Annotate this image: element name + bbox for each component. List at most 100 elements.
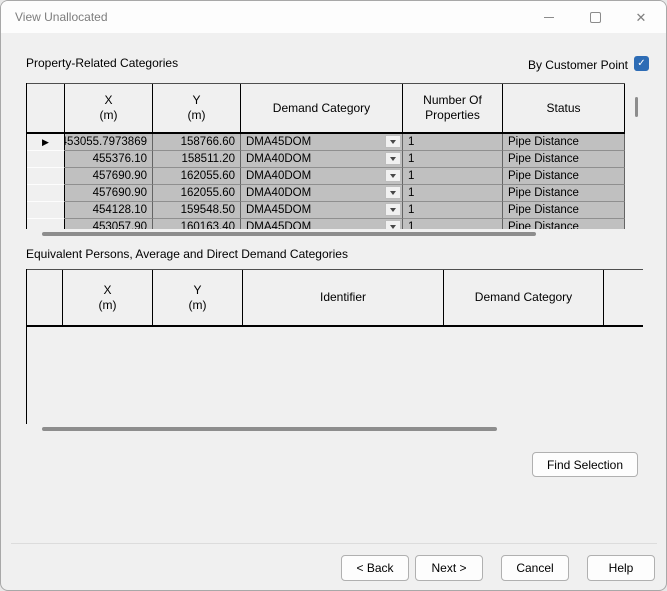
equivalent-column-header bbox=[604, 270, 643, 327]
cell-value: DMA45DOM bbox=[246, 221, 312, 229]
find-selection-button[interactable]: Find Selection bbox=[532, 452, 638, 477]
demand-category-dropdown-button[interactable] bbox=[385, 152, 401, 165]
property-cell-status[interactable]: Pipe Distance bbox=[503, 134, 625, 151]
vertical-scrollbar-thumb[interactable] bbox=[635, 97, 638, 117]
property-cell-demand_category[interactable]: DMA45DOM bbox=[241, 219, 403, 229]
equivalent-column-header: Demand Category bbox=[444, 270, 604, 327]
property-cell-x[interactable]: 455376.10 bbox=[65, 151, 153, 168]
row-selector[interactable] bbox=[27, 202, 65, 219]
demand-category-dropdown-button[interactable] bbox=[385, 203, 401, 216]
row-selector[interactable]: ▶ bbox=[27, 134, 65, 151]
back-button[interactable]: < Back bbox=[341, 555, 409, 581]
cell-value: DMA45DOM bbox=[246, 204, 312, 216]
row-selector[interactable] bbox=[27, 185, 65, 202]
cell-value: 453055.7973869 bbox=[65, 136, 147, 148]
cell-value: Pipe Distance bbox=[508, 170, 579, 182]
chevron-down-icon bbox=[390, 173, 396, 178]
cell-value: 453057.90 bbox=[92, 221, 147, 229]
property-cell-y[interactable]: 158766.60 bbox=[153, 134, 241, 151]
property-cell-y[interactable]: 158511.20 bbox=[153, 151, 241, 168]
table-row: 457690.90 162055.60 DMA40DOM 1 Pipe Distance bbox=[27, 185, 625, 202]
row-selector[interactable] bbox=[27, 151, 65, 168]
current-row-arrow-icon: ▶ bbox=[42, 136, 49, 147]
cell-value: 1 bbox=[408, 221, 415, 229]
property-cell-demand_category[interactable]: DMA40DOM bbox=[241, 151, 403, 168]
property-cell-number_of_properties[interactable]: 1 bbox=[403, 168, 503, 185]
property-cell-demand_category[interactable]: DMA40DOM bbox=[241, 185, 403, 202]
equivalent-persons-table: X (m) Y (m) Identifier Demand Category bbox=[26, 269, 643, 437]
close-icon: ✕ bbox=[635, 9, 647, 25]
row-selector[interactable] bbox=[27, 219, 65, 229]
equivalent-column-header bbox=[27, 270, 63, 327]
by-customer-point-checkbox[interactable]: ✓ bbox=[634, 56, 649, 71]
property-table-header-row: X (m) Y (m) Demand Category Number Of Prope… bbox=[27, 83, 625, 134]
property-cell-y[interactable]: 162055.60 bbox=[153, 185, 241, 202]
cell-value: 1 bbox=[408, 187, 415, 199]
demand-category-dropdown-button[interactable] bbox=[385, 220, 401, 229]
cell-value: DMA45DOM bbox=[246, 136, 312, 148]
cell-value: 158511.20 bbox=[181, 153, 235, 165]
property-cell-number_of_properties[interactable]: 1 bbox=[403, 134, 503, 151]
cell-value: 457690.90 bbox=[92, 187, 147, 199]
demand-category-dropdown-button[interactable] bbox=[385, 135, 401, 148]
property-cell-number_of_properties[interactable]: 1 bbox=[403, 151, 503, 168]
help-button[interactable]: Help bbox=[587, 555, 655, 581]
property-column-header: Demand Category bbox=[241, 84, 403, 134]
property-cell-x[interactable]: 457690.90 bbox=[65, 185, 153, 202]
table-row: 453057.90 160163.40 DMA45DOM 1 Pipe Distance bbox=[27, 219, 625, 229]
property-cell-status[interactable]: Pipe Distance bbox=[503, 151, 625, 168]
cell-value: 1 bbox=[408, 136, 415, 148]
next-button[interactable]: Next > bbox=[415, 555, 483, 581]
minimize-button[interactable] bbox=[526, 1, 572, 33]
property-table-body: ▶ 453055.7973869 158766.60 DMA45DOM 1 Pipe Di… bbox=[27, 134, 625, 229]
checkmark-icon: ✓ bbox=[637, 57, 646, 69]
property-cell-status[interactable]: Pipe Distance bbox=[503, 219, 625, 229]
property-cell-demand_category[interactable]: DMA45DOM bbox=[241, 134, 403, 151]
property-cell-status[interactable]: Pipe Distance bbox=[503, 202, 625, 219]
equivalent-column-header: Y (m) bbox=[153, 270, 243, 327]
equivalent-table-horizontal-scrollbar[interactable] bbox=[26, 424, 643, 434]
property-column-header: Status bbox=[503, 84, 625, 134]
maximize-icon bbox=[589, 11, 601, 23]
property-cell-status[interactable]: Pipe Distance bbox=[503, 185, 625, 202]
property-cell-x[interactable]: 457690.90 bbox=[65, 168, 153, 185]
cell-value: 162055.60 bbox=[180, 170, 235, 182]
window-controls: ✕ bbox=[526, 1, 664, 33]
property-related-table: X (m) Y (m) Demand Category Number Of Prope… bbox=[26, 83, 649, 239]
demand-category-dropdown-button[interactable] bbox=[385, 186, 401, 199]
demand-category-dropdown-button[interactable] bbox=[385, 169, 401, 182]
property-cell-y[interactable]: 159548.50 bbox=[153, 202, 241, 219]
maximize-button[interactable] bbox=[572, 1, 618, 33]
property-cell-y[interactable]: 162055.60 bbox=[153, 168, 241, 185]
window-title: View Unallocated bbox=[15, 10, 108, 24]
close-button[interactable]: ✕ bbox=[618, 1, 664, 33]
property-cell-x[interactable]: 453055.7973869 bbox=[65, 134, 153, 151]
property-column-header bbox=[27, 84, 65, 134]
cancel-button[interactable]: Cancel bbox=[501, 555, 569, 581]
footer-divider bbox=[11, 543, 657, 544]
property-table-horizontal-scrollbar[interactable] bbox=[26, 229, 649, 239]
cell-value: 455376.10 bbox=[92, 153, 147, 165]
cell-value: DMA40DOM bbox=[246, 187, 312, 199]
property-cell-x[interactable]: 453057.90 bbox=[65, 219, 153, 229]
property-cell-demand_category[interactable]: DMA45DOM bbox=[241, 202, 403, 219]
property-column-header: Number Of Properties bbox=[403, 84, 503, 134]
title-bar[interactable]: View Unallocated ✕ bbox=[1, 1, 666, 33]
property-cell-number_of_properties[interactable]: 1 bbox=[403, 219, 503, 229]
chevron-down-icon bbox=[390, 207, 396, 212]
property-cell-x[interactable]: 454128.10 bbox=[65, 202, 153, 219]
property-cell-number_of_properties[interactable]: 1 bbox=[403, 202, 503, 219]
equivalent-column-header: X (m) bbox=[63, 270, 153, 327]
cell-value: 160163.40 bbox=[180, 221, 235, 229]
horizontal-scrollbar-thumb[interactable] bbox=[42, 427, 497, 431]
property-table-vertical-scrollbar[interactable] bbox=[625, 83, 649, 229]
property-cell-number_of_properties[interactable]: 1 bbox=[403, 185, 503, 202]
cell-value: 1 bbox=[408, 153, 415, 165]
row-selector[interactable] bbox=[27, 168, 65, 185]
horizontal-scrollbar-thumb[interactable] bbox=[42, 232, 536, 236]
property-cell-demand_category[interactable]: DMA40DOM bbox=[241, 168, 403, 185]
cell-value: DMA40DOM bbox=[246, 170, 312, 182]
property-cell-y[interactable]: 160163.40 bbox=[153, 219, 241, 229]
property-cell-status[interactable]: Pipe Distance bbox=[503, 168, 625, 185]
view-unallocated-dialog: View Unallocated ✕ Property-Related Cate… bbox=[0, 0, 667, 591]
